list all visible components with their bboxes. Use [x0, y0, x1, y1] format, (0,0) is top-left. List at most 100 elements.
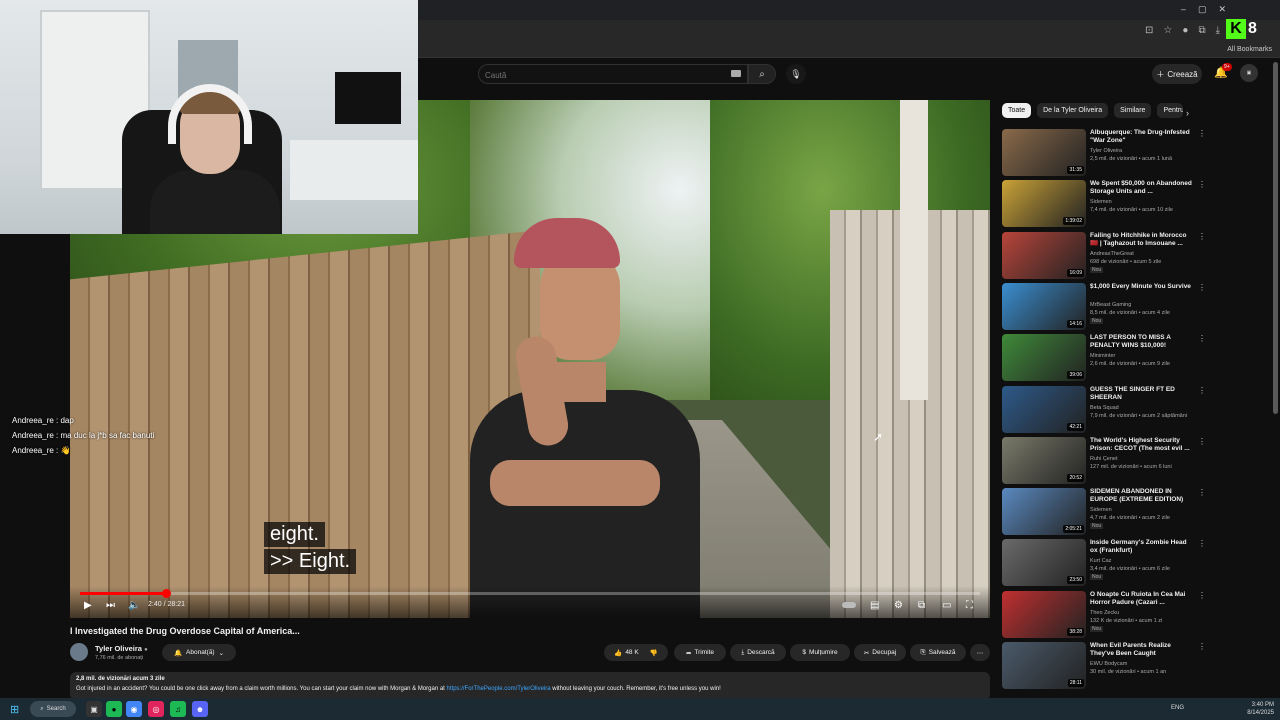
recommendation-title[interactable]: Failing to Hitchhike in Morocco 🇲🇦 | Tag…: [1090, 232, 1194, 248]
chrome-icon[interactable]: ◉: [126, 701, 142, 717]
app-icon[interactable]: ●: [106, 701, 122, 717]
video-thumbnail[interactable]: 16:09: [1002, 231, 1086, 279]
recommendation-channel[interactable]: Tyler Oliveira: [1090, 148, 1122, 154]
system-clock[interactable]: 3:40 PM 8/14/2025: [1247, 701, 1274, 717]
windows-start-icon[interactable]: ⊞: [10, 703, 19, 716]
recommendation-title[interactable]: Inside Germany's Zombie Head ox (Frankfu…: [1090, 539, 1194, 555]
description-link[interactable]: https://ForThePeople.com/TylerOliveira: [447, 686, 551, 692]
close-icon[interactable]: ✕: [1218, 4, 1226, 15]
task-view-icon[interactable]: ▣: [86, 701, 102, 717]
recommendation-channel[interactable]: Beta Squad: [1090, 405, 1119, 411]
discord-icon[interactable]: ☻: [192, 701, 208, 717]
recommendation-channel[interactable]: Theo Zecku: [1090, 610, 1119, 616]
video-thumbnail[interactable]: 20:52: [1002, 436, 1086, 484]
more-vert-icon[interactable]: ⋮: [1198, 129, 1206, 138]
puzzle-icon[interactable]: ⧉: [1198, 25, 1205, 36]
recommendation-item[interactable]: 14:16 $1,000 Every Minute You Survive MrBe…: [1002, 282, 1206, 332]
autoplay-toggle[interactable]: [842, 602, 856, 608]
recommendation-title[interactable]: GUESS THE SINGER FT ED SHEERAN: [1090, 386, 1194, 402]
subtitles-icon[interactable]: ▤: [870, 600, 879, 611]
clip-button[interactable]: ✂ Decupaj: [854, 644, 906, 661]
video-thumbnail[interactable]: 38:28: [1002, 590, 1086, 638]
recommendation-item[interactable]: 28:11 When Evil Parents Realize They've B…: [1002, 642, 1206, 691]
recommendation-item[interactable]: 38:28 O Noapte Cu Ruiota In Cea Mai Horro…: [1002, 590, 1206, 640]
install-icon[interactable]: ⊡: [1145, 25, 1153, 36]
voice-search-button[interactable]: 🎙: [786, 64, 806, 84]
progress-scrubber[interactable]: [161, 589, 171, 598]
video-thumbnail[interactable]: 28:11: [1002, 642, 1086, 689]
download-icon[interactable]: ⤓: [1216, 25, 1220, 36]
recommendation-title[interactable]: We Spent $50,000 on Abandoned Storage Un…: [1090, 180, 1194, 196]
recommendation-channel[interactable]: MrBeast Gaming: [1090, 302, 1131, 308]
more-vert-icon[interactable]: ⋮: [1198, 488, 1206, 497]
chip-for-you[interactable]: Pentru: [1157, 103, 1184, 118]
video-thumbnail[interactable]: 42:21: [1002, 385, 1086, 433]
more-vert-icon[interactable]: ⋮: [1198, 386, 1206, 395]
more-vert-icon[interactable]: ⋮: [1198, 283, 1206, 292]
recommendation-item[interactable]: 23:50 Inside Germany's Zombie Head ox (Fr…: [1002, 539, 1206, 588]
search-input[interactable]: [479, 66, 709, 85]
spotify-icon[interactable]: ♫: [170, 701, 186, 717]
account-avatar[interactable]: ▣: [1240, 64, 1258, 82]
share-button[interactable]: ➦ Trimite: [674, 644, 726, 661]
more-actions-button[interactable]: ⋯: [970, 644, 990, 661]
all-bookmarks[interactable]: All Bookmarks: [1227, 46, 1272, 53]
search-box[interactable]: [478, 64, 748, 85]
recommendation-channel[interactable]: Sidemen: [1090, 199, 1112, 205]
maximize-icon[interactable]: ▢: [1198, 4, 1207, 15]
recommendation-item[interactable]: 16:09 Failing to Hitchhike in Morocco 🇲🇦 …: [1002, 231, 1206, 281]
recommendation-item[interactable]: 1:39:02 We Spent $50,000 on Abandoned Sto…: [1002, 180, 1206, 229]
language-indicator[interactable]: ENG: [1171, 705, 1184, 711]
search-button[interactable]: ⌕: [748, 64, 776, 84]
channel-avatar[interactable]: [70, 643, 88, 661]
create-button[interactable]: ＋ Creează: [1152, 64, 1202, 84]
download-button[interactable]: ⤓ Descarcă: [730, 644, 786, 661]
recommendation-channel[interactable]: Miniminter: [1090, 353, 1115, 359]
recommendation-item[interactable]: 39:06 LAST PERSON TO MISS A PENALTY WINS …: [1002, 334, 1206, 383]
like-dislike-button[interactable]: 👍 48 K 👎: [604, 644, 668, 661]
keyboard-icon[interactable]: [731, 70, 741, 77]
progress-bar[interactable]: [80, 589, 980, 598]
video-description[interactable]: 2,8 mil. de vizionări acum 3 zile Got in…: [70, 672, 990, 700]
more-vert-icon[interactable]: ⋮: [1198, 180, 1206, 189]
page-scrollbar[interactable]: [1273, 62, 1278, 414]
more-vert-icon[interactable]: ⋮: [1198, 591, 1206, 600]
channel-name[interactable]: Tyler Oliveira ●: [95, 644, 148, 653]
more-vert-icon[interactable]: ⋮: [1198, 642, 1206, 651]
recommendation-item[interactable]: 42:21 GUESS THE SINGER FT ED SHEERAN Beta …: [1002, 385, 1206, 435]
recommendation-title[interactable]: Albuquerque: The Drug-Infested "War Zone…: [1090, 129, 1194, 145]
miniplayer-icon[interactable]: ⧉: [918, 600, 925, 611]
recommendation-title[interactable]: The World's Highest Security Prison: CEC…: [1090, 437, 1194, 453]
chip-from-channel[interactable]: De la Tyler Oliveira: [1037, 103, 1109, 118]
chip-all[interactable]: Toate: [1002, 103, 1032, 118]
video-thumbnail[interactable]: 1:39:02: [1002, 180, 1086, 228]
recommendation-title[interactable]: $1,000 Every Minute You Survive: [1090, 283, 1194, 291]
chip-related[interactable]: Similare: [1114, 103, 1152, 118]
recommendation-title[interactable]: O Noapte Cu Ruiota In Cea Mai Horror Pad…: [1090, 591, 1194, 607]
recommendation-channel[interactable]: Kurt Caz: [1090, 558, 1111, 564]
subscribe-button[interactable]: 🔔 Abonat(ă) ⌄: [162, 644, 236, 661]
more-vert-icon[interactable]: ⋮: [1198, 437, 1206, 446]
recommendation-item[interactable]: 20:52 The World's Highest Security Prison…: [1002, 436, 1206, 486]
fullscreen-icon[interactable]: ⛶: [966, 600, 973, 611]
settings-icon[interactable]: ⚙: [894, 600, 903, 611]
video-thumbnail[interactable]: 23:50: [1002, 539, 1086, 587]
thanks-button[interactable]: $ Mulțumire: [790, 644, 850, 661]
taskbar-search[interactable]: ⌕ Search: [30, 701, 76, 717]
recommendation-channel[interactable]: Ruhi Çenet: [1090, 456, 1118, 462]
theater-mode-icon[interactable]: ▭: [942, 600, 951, 611]
video-thumbnail[interactable]: 39:06: [1002, 334, 1086, 382]
recommendation-title[interactable]: SIDEMEN ABANDONED IN EUROPE (EXTREME EDI…: [1090, 488, 1194, 504]
chevron-right-icon[interactable]: ›: [1186, 108, 1189, 118]
more-vert-icon[interactable]: ⋮: [1198, 232, 1206, 241]
star-icon[interactable]: ☆: [1163, 25, 1172, 36]
recommendation-title[interactable]: When Evil Parents Realize They've Been C…: [1090, 642, 1194, 658]
recommendation-channel[interactable]: EWU Bodycam: [1090, 661, 1127, 667]
video-thumbnail[interactable]: 14:16: [1002, 282, 1086, 330]
volume-icon[interactable]: 🔈: [128, 600, 140, 611]
play-icon[interactable]: ▶: [84, 600, 92, 611]
more-vert-icon[interactable]: ⋮: [1198, 539, 1206, 548]
video-thumbnail[interactable]: 31:35: [1002, 129, 1086, 176]
recommendation-title[interactable]: LAST PERSON TO MISS A PENALTY WINS $10,0…: [1090, 334, 1194, 350]
video-thumbnail[interactable]: 2:05:21: [1002, 488, 1086, 536]
